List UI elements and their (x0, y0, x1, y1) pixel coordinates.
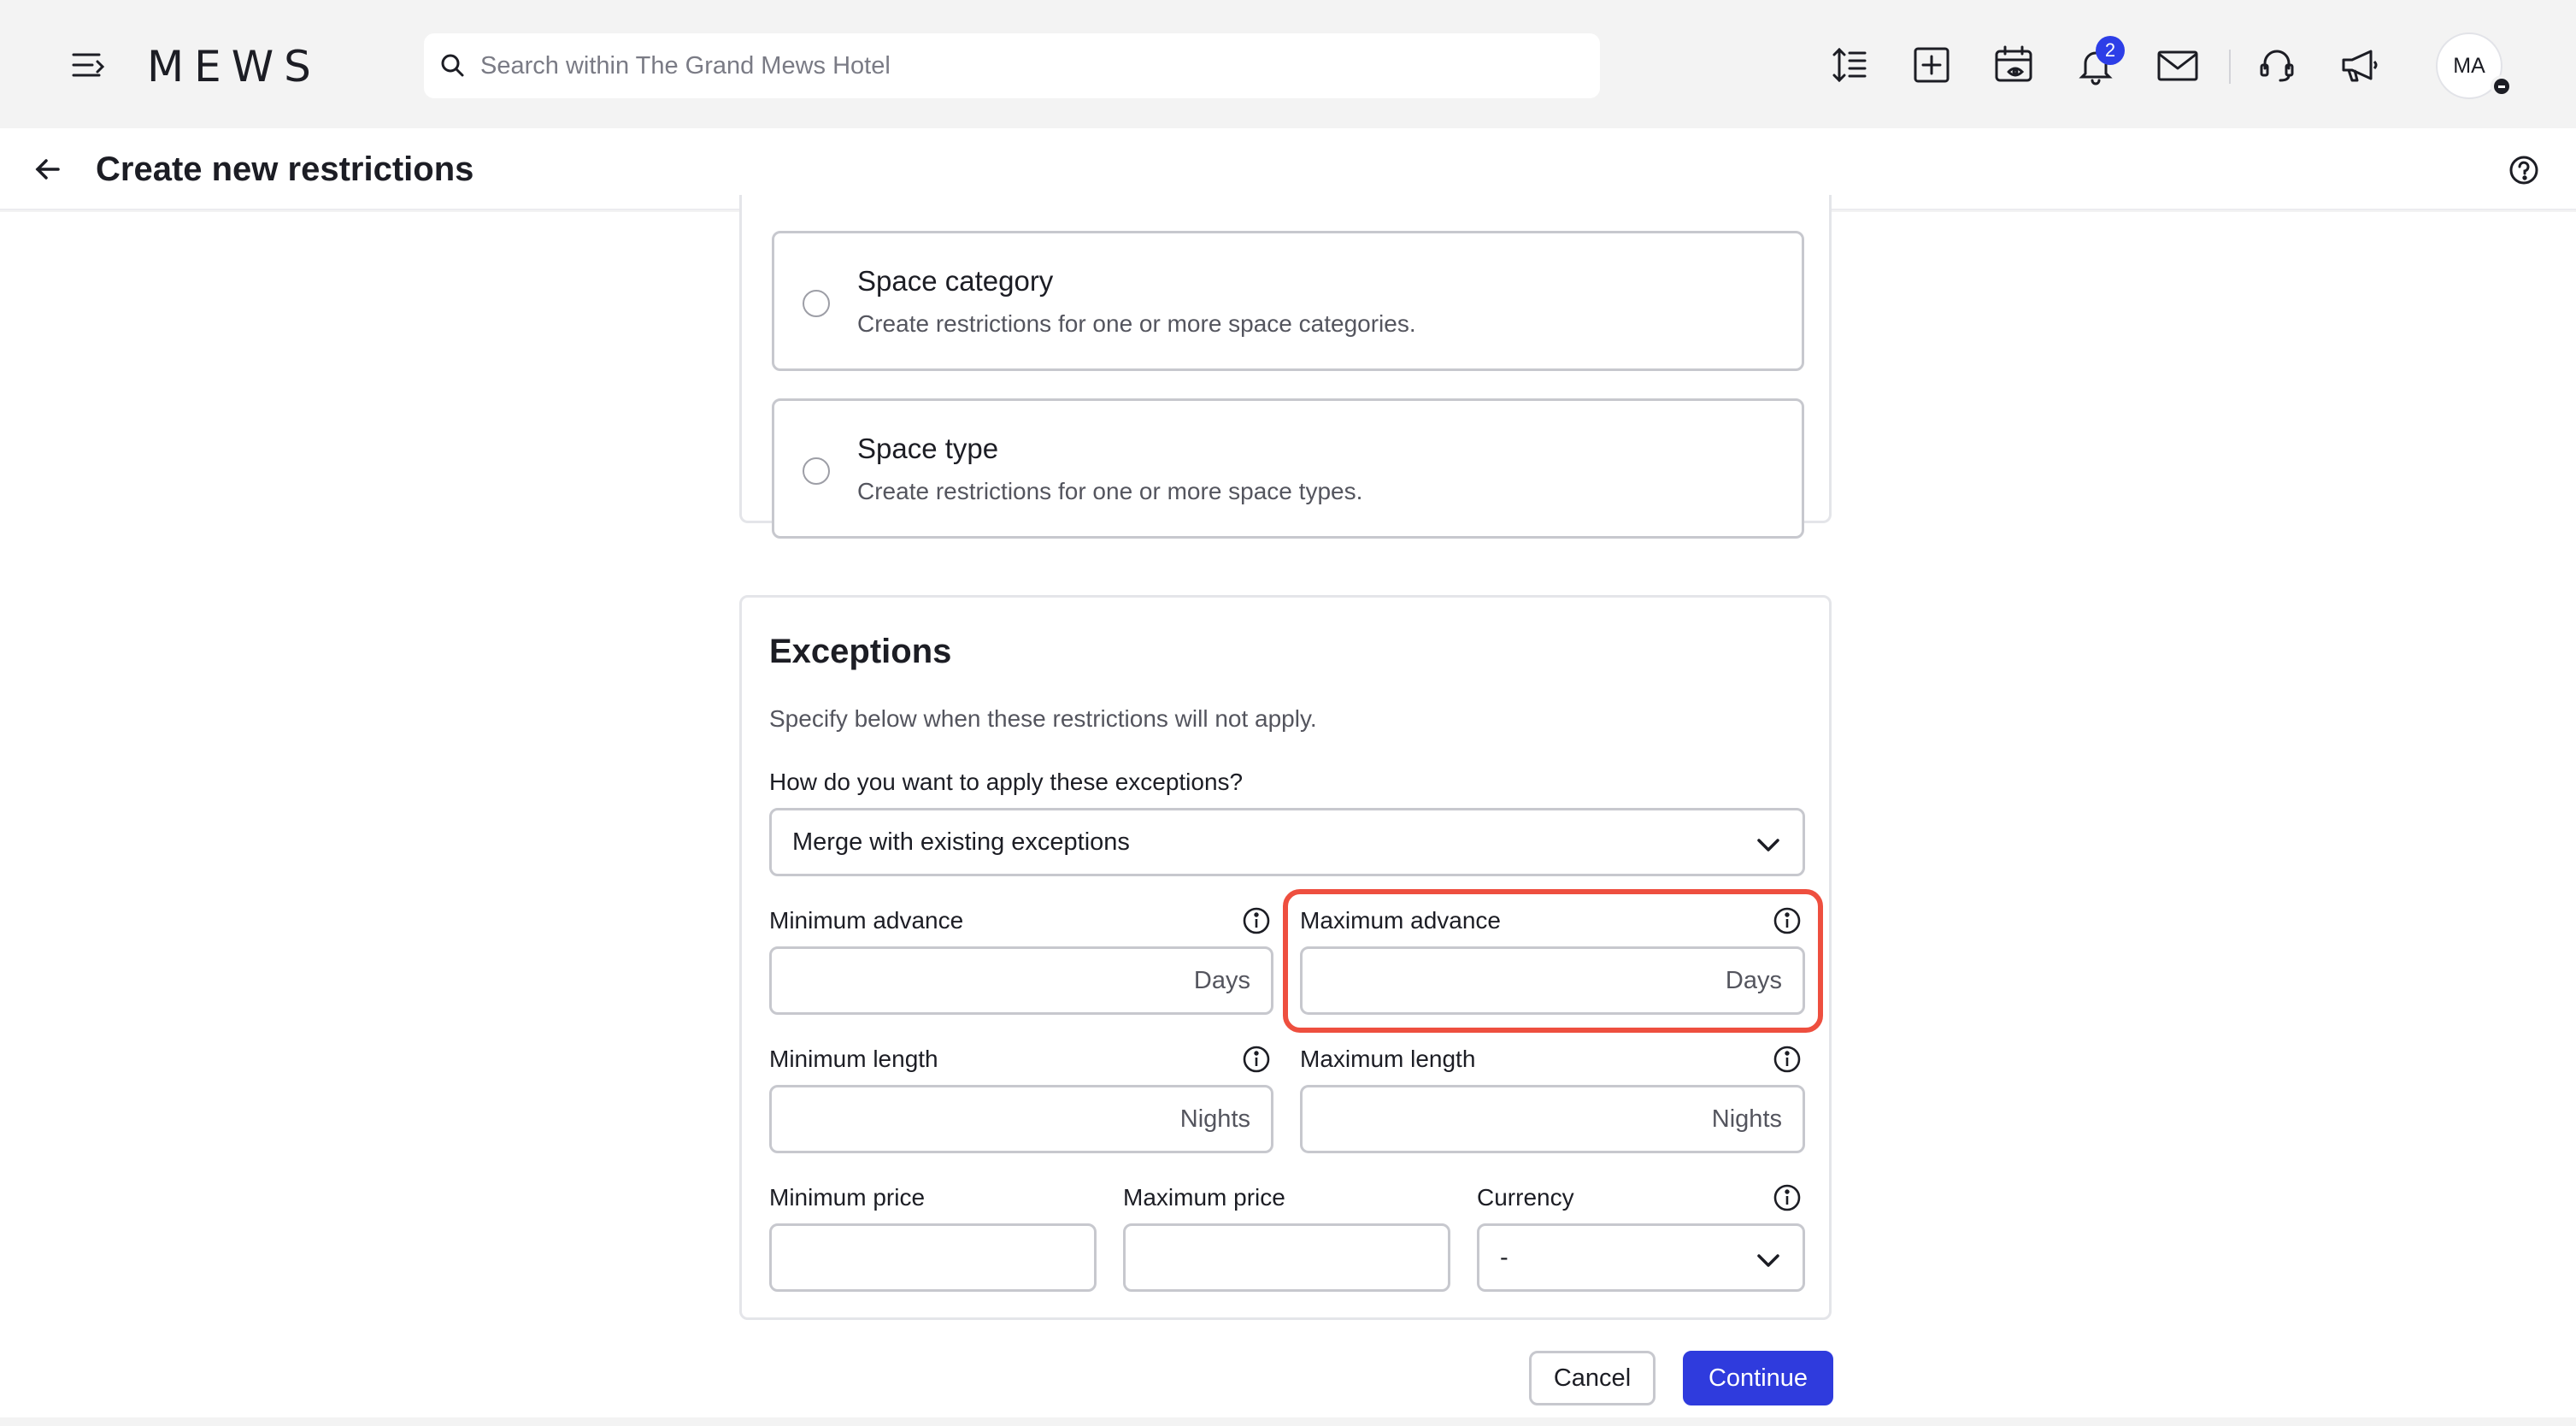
megaphone-icon[interactable] (2335, 41, 2383, 89)
apply-exceptions-value: Merge with existing exceptions (792, 828, 1130, 856)
status-indicator (2491, 75, 2513, 97)
currency-select[interactable]: - (1477, 1223, 1805, 1292)
top-bar: MEWS Search within The Grand Mews Hotel … (0, 0, 2576, 128)
option-title: Space type (857, 433, 999, 464)
info-icon[interactable] (1242, 1045, 1271, 1074)
min-length-input[interactable]: Nights (769, 1085, 1273, 1153)
option-space-type[interactable]: Space type Create restrictions for one o… (772, 398, 1804, 539)
nights-unit: Nights (1179, 1105, 1250, 1133)
mail-icon[interactable] (2154, 41, 2202, 89)
min-length-label: Minimum length (769, 1046, 938, 1072)
back-arrow-icon[interactable] (31, 152, 65, 186)
exceptions-title: Exceptions (769, 633, 952, 670)
currency-value: - (1500, 1244, 1509, 1271)
option-description: Create restrictions for one or more spac… (857, 310, 1416, 337)
max-advance-label: Maximum advance (1300, 907, 1501, 934)
option-space-category[interactable]: Space category Create restrictions for o… (772, 231, 1804, 371)
option-title: Space category (857, 265, 1054, 297)
max-price-input[interactable] (1123, 1223, 1450, 1292)
max-length-input[interactable]: Nights (1300, 1085, 1805, 1153)
toolbar-divider (2229, 50, 2231, 84)
info-icon[interactable] (1773, 906, 1802, 935)
info-icon[interactable] (1773, 1183, 1802, 1212)
days-unit: Days (1725, 967, 1782, 994)
apply-exceptions-select[interactable]: Merge with existing exceptions (769, 808, 1805, 876)
cancel-button[interactable]: Cancel (1529, 1351, 1656, 1405)
search-input[interactable] (480, 33, 1583, 98)
continue-button[interactable]: Continue (1683, 1351, 1833, 1405)
line-height-icon[interactable] (1826, 41, 1873, 89)
notification-badge: 2 (2096, 36, 2125, 65)
help-icon[interactable] (2508, 154, 2540, 186)
mews-logo[interactable]: MEWS (147, 43, 321, 91)
radio-space-type[interactable] (803, 457, 830, 485)
info-icon[interactable] (1242, 906, 1271, 935)
chevron-down-icon (1757, 839, 1779, 851)
option-description: Create restrictions for one or more spac… (857, 478, 1363, 504)
restriction-type-card: Space category Create restrictions for o… (739, 195, 1832, 539)
support-headset-icon[interactable] (2253, 41, 2301, 89)
add-icon[interactable] (1908, 41, 1956, 89)
menu-icon[interactable] (68, 48, 109, 82)
calendar-view-icon[interactable] (1990, 41, 2038, 89)
max-length-label: Maximum length (1300, 1046, 1476, 1072)
search-bar[interactable] (424, 33, 1600, 98)
radio-space-category[interactable] (803, 290, 830, 317)
page-title: Create new restrictions (96, 150, 474, 188)
exceptions-card: Exceptions Specify below when these rest… (739, 595, 1832, 1320)
search-icon (441, 54, 464, 77)
currency-label: Currency (1477, 1184, 1574, 1211)
min-advance-input[interactable]: Days (769, 946, 1273, 1015)
max-price-label: Maximum price (1123, 1184, 1285, 1211)
nights-unit: Nights (1711, 1105, 1782, 1133)
apply-exceptions-label: How do you want to apply these exception… (769, 769, 1244, 795)
exceptions-description: Specify below when these restrictions wi… (769, 705, 1317, 732)
days-unit: Days (1193, 967, 1250, 994)
min-price-input[interactable] (769, 1223, 1097, 1292)
chevron-down-icon (1757, 1254, 1779, 1267)
max-advance-input[interactable]: Days (1300, 946, 1805, 1015)
min-price-label: Minimum price (769, 1184, 926, 1211)
info-icon[interactable] (1773, 1045, 1802, 1074)
min-advance-label: Minimum advance (769, 907, 964, 934)
main-content: Space category Create restrictions for o… (0, 195, 2576, 1417)
